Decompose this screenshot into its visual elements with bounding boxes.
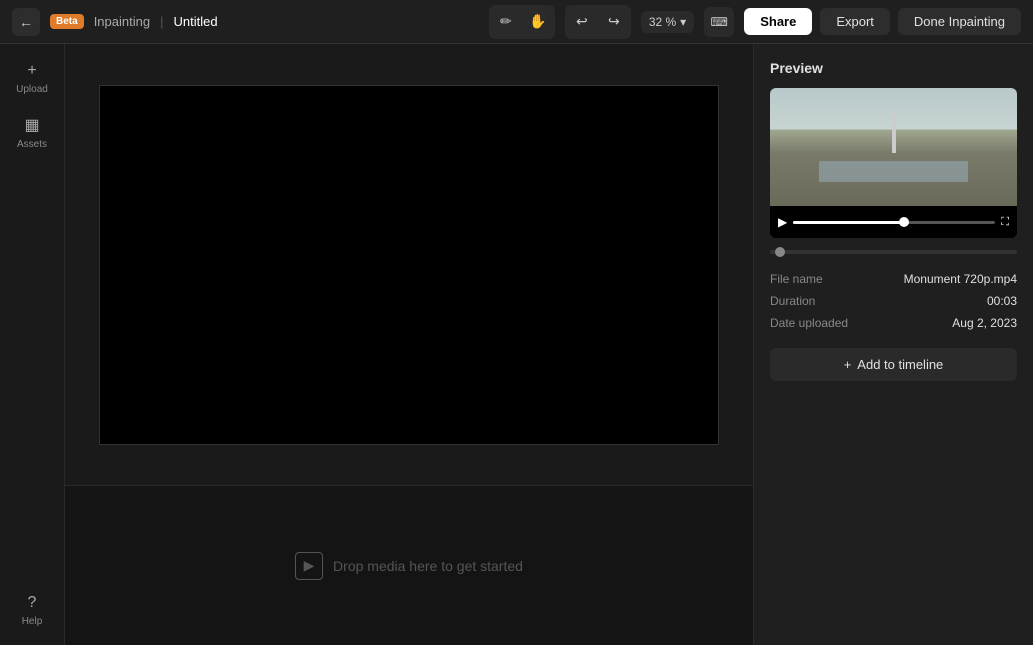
upload-label: Upload [16, 84, 48, 95]
sidebar-item-assets[interactable]: ▦ Assets [6, 109, 58, 156]
draw-tool-button[interactable]: ✏ [491, 7, 521, 37]
canvas-container [65, 44, 753, 485]
drop-media-icon: ▶ [295, 552, 323, 580]
preview-title: Preview [770, 60, 1017, 76]
zoom-arrow-icon: ▾ [680, 15, 686, 29]
play-button[interactable]: ▶ [778, 215, 787, 229]
assets-label: Assets [17, 139, 47, 150]
main-layout: + Upload ▦ Assets ? Help ▶ Drop media he… [0, 44, 1033, 645]
canvas-frame[interactable] [99, 85, 719, 445]
timeline-area[interactable]: ▶ Drop media here to get started [65, 485, 753, 645]
undo-button[interactable]: ↩ [567, 7, 597, 37]
meta-row-filename: File name Monument 720p.mp4 [770, 268, 1017, 290]
date-val: Aug 2, 2023 [952, 316, 1017, 330]
tool-group-history: ↩ ↪ [565, 5, 631, 39]
help-icon: ? [28, 594, 37, 612]
upload-icon: + [27, 62, 36, 80]
reflecting-pool [819, 161, 967, 182]
video-controls: ▶ ⛶ [770, 206, 1017, 238]
add-timeline-label: Add to timeline [857, 357, 943, 372]
meta-row-date: Date uploaded Aug 2, 2023 [770, 312, 1017, 334]
drop-media-hint: ▶ Drop media here to get started [295, 552, 523, 580]
progress-thumb [899, 217, 909, 227]
action-buttons: Share Export Done Inpainting [744, 8, 1021, 35]
export-button[interactable]: Export [820, 8, 890, 35]
drop-media-text: Drop media here to get started [333, 558, 523, 574]
add-to-timeline-button[interactable]: + Add to timeline [770, 348, 1017, 381]
date-key: Date uploaded [770, 316, 848, 330]
sidebar: + Upload ▦ Assets ? Help [0, 44, 65, 645]
progress-fill [793, 221, 904, 224]
topbar: ← Beta Inpainting | Untitled ✏ ✋ ↩ ↪ 32 … [0, 0, 1033, 44]
video-scene [770, 88, 1017, 206]
duration-key: Duration [770, 294, 815, 308]
beta-badge: Beta [50, 14, 84, 29]
sidebar-item-help[interactable]: ? Help [6, 588, 58, 633]
zoom-button[interactable]: 32 % ▾ [641, 11, 694, 33]
keyboard-button[interactable]: ⌨ [704, 7, 734, 37]
redo-button[interactable]: ↪ [599, 7, 629, 37]
sidebar-item-upload[interactable]: + Upload [6, 56, 58, 101]
video-preview: ▶ ⛶ [770, 88, 1017, 238]
separator: | [160, 14, 163, 29]
assets-icon: ▦ [24, 115, 39, 135]
share-button[interactable]: Share [744, 8, 812, 35]
help-label: Help [22, 616, 43, 627]
progress-bar[interactable] [793, 221, 995, 224]
scrub-thumb [775, 247, 785, 257]
duration-val: 00:03 [987, 294, 1017, 308]
right-panel: Preview ▶ ⛶ File name [753, 44, 1033, 645]
monument-obelisk [892, 113, 896, 153]
meta-table: File name Monument 720p.mp4 Duration 00:… [770, 268, 1017, 334]
project-name: Inpainting [94, 14, 150, 29]
doc-title: Untitled [173, 14, 217, 29]
tool-group-draw: ✏ ✋ [489, 5, 555, 39]
center-area: ▶ Drop media here to get started [65, 44, 753, 645]
zoom-value: 32 % [649, 15, 676, 29]
video-thumbnail [770, 88, 1017, 206]
scrub-bar[interactable] [770, 250, 1017, 254]
add-timeline-plus-icon: + [844, 357, 852, 372]
back-button[interactable]: ← [12, 8, 40, 36]
hand-tool-button[interactable]: ✋ [523, 7, 553, 37]
meta-row-duration: Duration 00:03 [770, 290, 1017, 312]
fullscreen-button[interactable]: ⛶ [1001, 216, 1009, 229]
filename-key: File name [770, 272, 823, 286]
filename-val: Monument 720p.mp4 [904, 272, 1017, 286]
done-inpainting-button[interactable]: Done Inpainting [898, 8, 1021, 35]
